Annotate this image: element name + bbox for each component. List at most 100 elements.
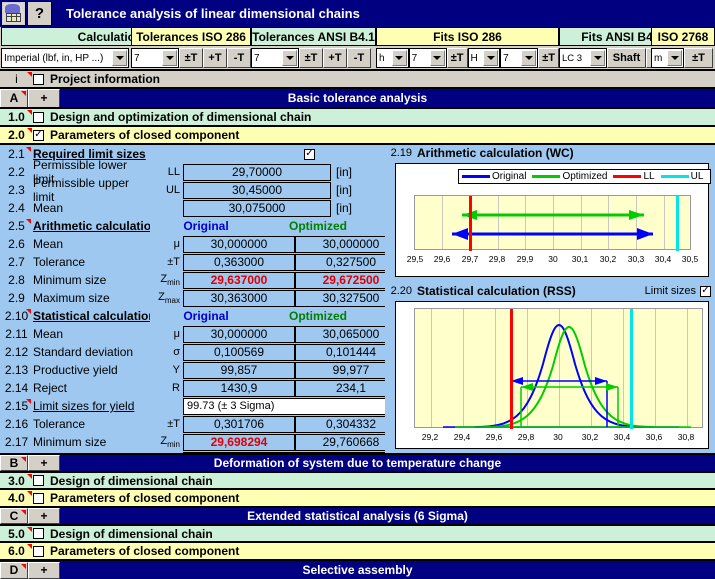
legend-label-ll: LL (643, 171, 654, 182)
chart-2-19-xtick-1: 29,6 (434, 254, 451, 264)
legend-swatch-optimized (532, 175, 560, 178)
chevron-down-icon[interactable] (162, 50, 177, 66)
section-band-b[interactable]: B + Deformation of system due to tempera… (0, 455, 715, 471)
calculation-units-combo[interactable]: Imperial (lbf, in, HP ...) (1, 48, 129, 68)
symbol-2-17: Zmin (149, 435, 183, 449)
tolerance-iso-grade-combo[interactable]: 7 (131, 48, 179, 68)
toolbar: Calculation units Imperial (lbf, in, HP … (0, 27, 715, 69)
band-a-letter-button[interactable]: A (0, 89, 28, 108)
checkbox-parameters-closed-component[interactable]: ✓ (33, 130, 44, 141)
label-6-0: Parameters of closed component (50, 544, 239, 558)
fit-iso-hole-letter-combo[interactable]: H (468, 48, 501, 68)
note-marker-icon (27, 72, 32, 77)
row-1-0[interactable]: 1.0 Design and optimization of dimension… (0, 109, 715, 125)
fit-iso-shaft-letter-combo[interactable]: h (376, 48, 409, 68)
chevron-down-icon[interactable] (392, 50, 407, 66)
chart-2-20-header: 2.20 Statistical calculation (RSS) Limit… (387, 283, 715, 299)
row-number-2-15: 2.15 (0, 399, 33, 413)
checkbox-project-information[interactable] (33, 74, 44, 85)
fit-ansi-class-combo[interactable]: LC 3 (559, 48, 607, 68)
chart-2-19-plot (414, 195, 691, 250)
fit-iso-hole-grade-combo[interactable]: 7 (500, 48, 538, 68)
checkbox-design-dimensional-chain-b[interactable] (33, 475, 44, 486)
chevron-down-icon[interactable] (282, 50, 297, 66)
checkbox-design-dimensional-chain-c[interactable] (33, 528, 44, 539)
row-project-information[interactable]: i Project information (0, 71, 715, 87)
checkbox-limit-sizes[interactable]: ✓ (700, 286, 711, 297)
toolbar-group-iso2768: ISO 2768 m ±T (685, 27, 715, 69)
checkbox-required-limit-sizes[interactable]: ✓ (304, 149, 315, 160)
unit-2-3: [in] (331, 183, 367, 197)
chart-2-19-legend: Original Optimized LL UL (458, 169, 711, 184)
checkbox-parameters-closed-component-c[interactable] (33, 546, 44, 557)
row-2-17: 2.17 Minimum size Zmin 29,698294 29,7606… (0, 433, 385, 451)
select-limit-sizes-for-yield[interactable]: 99.73 (± 3 Sigma) (183, 398, 409, 415)
row-2-14: 2.14 Reject R 1430,9 234,1 [PPM] (0, 379, 385, 397)
row-4-0[interactable]: 4.0 Parameters of closed component (0, 490, 715, 506)
row-number-3-0: 3.0 (0, 473, 33, 488)
fit-iso-shaft-pm-button[interactable]: ±T (447, 48, 468, 68)
tolerance-ansi-grade-combo[interactable]: 7 (251, 48, 299, 68)
chevron-down-icon[interactable] (521, 50, 536, 66)
row-3-0[interactable]: 3.0 Design of dimensional chain (0, 473, 715, 488)
row-2-5: 2.5 Arithmetic calculation (W Original O… (0, 217, 385, 235)
chevron-down-icon[interactable] (590, 50, 605, 66)
note-marker-icon (21, 510, 26, 515)
fit-iso-shaft-grade-combo[interactable]: 7 (409, 48, 447, 68)
chevron-down-icon[interactable] (430, 50, 445, 66)
band-c-title: Extended statistical analysis (6 Sigma) (0, 509, 715, 523)
application-window: ? Tolerance analysis of linear dimension… (0, 0, 715, 579)
row-2-0[interactable]: 2.0 ✓ Parameters of closed component (0, 127, 715, 143)
label-project-information: Project information (50, 72, 160, 86)
tolerance-ansi-pm-button[interactable]: ±T (299, 48, 323, 68)
row-5-0[interactable]: 5.0 Design of dimensional chain (0, 526, 715, 541)
value-stat-reject-original: 1430,9 (183, 380, 295, 397)
section-band-d[interactable]: D + Selective assembly (0, 561, 715, 579)
value-arith-mean-original: 30,000000 (183, 236, 295, 253)
value-stat-stddev-original: 0,100569 (183, 344, 295, 361)
checkbox-design-optimization[interactable] (33, 112, 44, 123)
row-number-2-0: 2.0 (0, 127, 33, 143)
help-button[interactable]: ? (27, 1, 52, 26)
chevron-down-icon[interactable] (667, 50, 682, 66)
band-b-letter-button[interactable]: B (0, 455, 28, 471)
chevron-down-icon[interactable] (483, 50, 498, 66)
row-2-4: 2.4 Mean 30,075000 [in] (0, 199, 385, 217)
chart-2-20-xtick-0: 29,2 (422, 432, 439, 442)
band-d-title: Selective assembly (0, 563, 715, 577)
row-2-6: 2.6 Mean μ 30,000000 30,000000 [in] (0, 235, 385, 253)
row-6-0[interactable]: 6.0 Parameters of closed component (0, 543, 715, 559)
symbol-2-13: Y (149, 364, 183, 376)
chart-2-20-limit-sizes-label: Limit sizes (645, 285, 696, 297)
band-c-letter-button[interactable]: C (0, 508, 28, 524)
value-arith-tolerance-original: 0,363000 (183, 254, 295, 271)
iso2768-pm-button[interactable]: ±T (684, 48, 713, 68)
row-number-2-2: 2.2 (0, 165, 33, 179)
tolerance-ansi-plus-button[interactable]: +T (323, 48, 347, 68)
fit-ansi-shaft-button[interactable]: Shaft (607, 48, 646, 68)
tolerance-ansi-minus-button[interactable]: -T (347, 48, 371, 68)
tolerance-iso-pm-button[interactable]: ±T (179, 48, 203, 68)
symbol-2-9: Zmax (149, 291, 183, 305)
unit-2-4: [in] (331, 201, 367, 215)
app-icon-button[interactable] (1, 1, 26, 26)
tolerance-iso-minus-button[interactable]: -T (227, 48, 251, 68)
input-permissible-lower-limit[interactable]: 29,70000 (183, 164, 331, 181)
label-5-0: Design of dimensional chain (50, 527, 213, 541)
label-2-4: Mean (33, 201, 149, 215)
band-d-letter-button[interactable]: D (0, 562, 28, 579)
section-band-c[interactable]: C + Extended statistical analysis (6 Sig… (0, 508, 715, 524)
fit-iso-hole-pm-button[interactable]: ±T (538, 48, 559, 68)
iso2768-class-combo[interactable]: m (651, 48, 684, 68)
row-number-1-0: 1.0 (0, 109, 33, 125)
chart-2-19-xtick-2: 29,7 (462, 254, 479, 264)
row-number-2-10: 2.10 (0, 309, 33, 323)
section-band-a[interactable]: A + Basic tolerance analysis (0, 89, 715, 107)
checkbox-parameters-closed-component-b[interactable] (33, 493, 44, 504)
input-permissible-upper-limit[interactable]: 30,45000 (183, 182, 331, 199)
symbol-2-16: ±T (149, 418, 183, 430)
chevron-down-icon[interactable] (112, 50, 127, 66)
parameters-panel: 2.1 Required limit sizes ✓ 2.2 Permissib… (0, 145, 385, 453)
row-2-7: 2.7 Tolerance ±T 0,363000 0,327500 [in] (0, 253, 385, 271)
tolerance-iso-plus-button[interactable]: +T (203, 48, 227, 68)
